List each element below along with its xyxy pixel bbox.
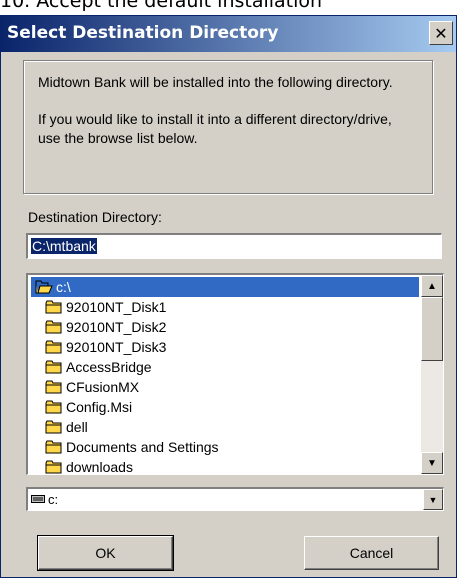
ok-button[interactable]: OK xyxy=(37,535,174,571)
drive-dropdown-button[interactable]: ▼ xyxy=(423,489,443,510)
folder-icon xyxy=(45,360,62,374)
cancel-button[interactable]: Cancel xyxy=(304,536,439,570)
scroll-up-button[interactable]: ▲ xyxy=(421,275,443,297)
directory-item[interactable]: Config.Msi xyxy=(31,397,419,417)
directory-item-label: Config.Msi xyxy=(66,399,133,415)
scroll-down-button[interactable]: ▼ xyxy=(421,452,443,474)
folder-icon xyxy=(45,300,62,314)
directory-item[interactable]: 92010NT_Disk3 xyxy=(31,337,419,357)
info-text-browse-hint: If you would like to install it into a d… xyxy=(38,111,392,146)
folder-icon xyxy=(45,460,62,474)
directory-item-label: CFusionMX xyxy=(66,379,140,395)
drive-select[interactable]: c: ▼ xyxy=(26,487,444,511)
chevron-down-icon: ▼ xyxy=(428,494,438,505)
directory-item[interactable]: CFusionMX xyxy=(31,377,419,397)
directory-item-label: 92010NT_Disk2 xyxy=(66,319,167,335)
folder-icon xyxy=(45,420,62,434)
directory-item-label: c:\ xyxy=(56,279,71,295)
directory-item[interactable]: downloads xyxy=(31,457,419,475)
directory-item-label: AccessBridge xyxy=(66,359,152,375)
directory-item-label: dell xyxy=(66,419,88,435)
arrow-up-icon: ▲ xyxy=(427,280,437,292)
directory-item-label: Documents and Settings xyxy=(66,439,219,455)
open-folder-icon xyxy=(35,280,53,294)
drive-icon xyxy=(31,495,45,503)
select-destination-dialog: Select Destination Directory ✕ Midtown B… xyxy=(0,15,457,578)
directory-item[interactable]: AccessBridge xyxy=(31,357,419,377)
folder-icon xyxy=(45,320,62,334)
drive-value: c: xyxy=(48,492,59,507)
info-panel: Midtown Bank will be installed into the … xyxy=(23,60,433,194)
destination-directory-input[interactable]: C:\mtbank xyxy=(26,233,442,259)
close-icon: ✕ xyxy=(434,23,448,43)
info-text-install-location: Midtown Bank will be installed into the … xyxy=(38,74,393,90)
folder-icon xyxy=(45,440,62,454)
scroll-thumb[interactable] xyxy=(421,297,443,361)
directory-item-label: 92010NT_Disk3 xyxy=(66,339,167,355)
directory-item-root[interactable]: c:\ xyxy=(31,277,419,297)
folder-icon xyxy=(45,400,62,414)
folder-icon xyxy=(45,340,62,354)
directory-list-items: c:\ 92010NT_Disk1 92010NT_Disk2 92010NT_Di… xyxy=(31,277,419,475)
destination-directory-value: C:\mtbank xyxy=(31,238,97,254)
close-button[interactable]: ✕ xyxy=(429,21,453,45)
directory-item[interactable]: Documents and Settings xyxy=(31,437,419,457)
directory-item-label: downloads xyxy=(66,459,133,475)
title-bar[interactable]: Select Destination Directory ✕ xyxy=(1,16,456,52)
directory-item[interactable]: dell xyxy=(31,417,419,437)
directory-item[interactable]: 92010NT_Disk2 xyxy=(31,317,419,337)
directory-list[interactable]: c:\ 92010NT_Disk1 92010NT_Disk2 92010NT_Di… xyxy=(26,273,444,475)
dialog-title: Select Destination Directory xyxy=(7,23,279,43)
arrow-down-icon: ▼ xyxy=(427,457,437,469)
document-header-text: 10. Accept the default installation xyxy=(0,0,323,12)
directory-scrollbar[interactable]: ▲ ▼ xyxy=(421,275,443,474)
folder-icon xyxy=(45,380,62,394)
destination-directory-label: Destination Directory: xyxy=(28,209,162,225)
directory-item[interactable]: 92010NT_Disk1 xyxy=(31,297,419,317)
directory-item-label: 92010NT_Disk1 xyxy=(66,299,167,315)
